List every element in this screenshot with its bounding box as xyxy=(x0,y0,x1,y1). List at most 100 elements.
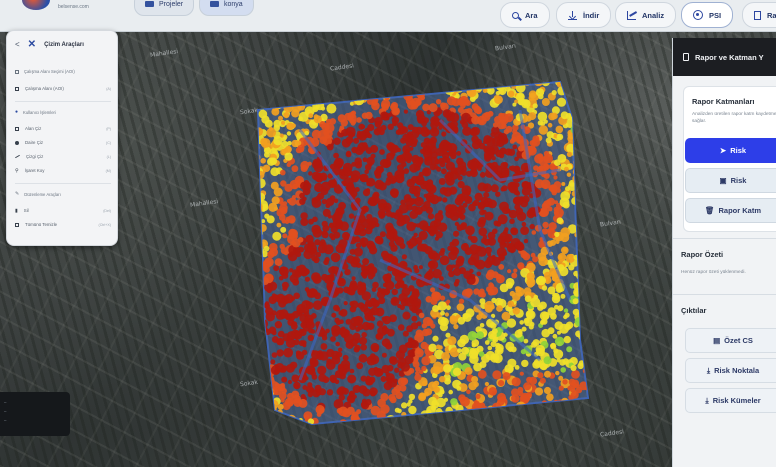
delete-label: Sil xyxy=(23,208,29,213)
shortcut-key: (L) xyxy=(106,154,111,159)
clear-all-label: Tümünü Temizle xyxy=(25,222,58,227)
heatmap-points xyxy=(258,82,588,424)
draw-polygon-tool[interactable]: Alan Çiz (P) xyxy=(15,124,111,133)
app-logo[interactable] xyxy=(22,0,50,10)
nav-projects[interactable]: Projeler xyxy=(134,0,195,16)
draw-circle-label: Daire Çiz xyxy=(25,140,44,145)
clear-icon xyxy=(15,222,19,227)
square-icon xyxy=(15,86,19,91)
folder-icon xyxy=(210,1,219,7)
risk-points-label: Risk Noktala xyxy=(714,366,760,375)
nav-current-project[interactable]: konya xyxy=(199,0,254,16)
report-summary-note: Henüz rapor özeti yüklenmedi. xyxy=(681,270,746,275)
image-icon: ▣ xyxy=(719,176,727,185)
download-icon xyxy=(568,10,577,20)
line-icon xyxy=(15,154,20,159)
readout-line: — xyxy=(4,400,7,405)
analysis-button-label: Analiz xyxy=(642,10,665,20)
report-button[interactable]: Ra xyxy=(742,2,776,28)
aoi-select-item[interactable]: Çalışma Alanı (AOI) (A) xyxy=(15,84,111,93)
risk-image-label: Risk xyxy=(730,176,747,185)
divider xyxy=(673,238,776,239)
place-marker-tool[interactable]: ⚲ İşaret Koy (M) xyxy=(15,166,111,175)
psi-button[interactable]: PSI xyxy=(681,2,734,28)
report-panel: Rapor ve Katman Y Rapor Katmanları Anali… xyxy=(672,38,776,467)
draw-line-label: Çizgi Çiz xyxy=(26,154,44,159)
delete-tool[interactable]: ▮ Sil (Del) xyxy=(15,206,111,215)
risk-clusters-button[interactable]: ⤓ Risk Kümeler xyxy=(685,388,776,413)
report-button-label: Ra xyxy=(767,10,776,20)
search-button[interactable]: Ara xyxy=(500,2,550,28)
clear-all-tool[interactable]: Tümünü Temizle (Ctrl+X) xyxy=(15,220,111,229)
draw-line-tool[interactable]: Çizgi Çiz (L) xyxy=(15,152,111,161)
search-button-label: Ara xyxy=(525,10,538,20)
panel-title: Çizim Araçları xyxy=(44,41,84,48)
user-icon: ● xyxy=(15,109,19,115)
aoi-section-title: Çalışma Alanı Seçimi (AOI) xyxy=(15,69,75,74)
send-icon: ➤ xyxy=(719,146,727,155)
place-marker-label: İşaret Koy xyxy=(24,168,45,173)
readout-line: — xyxy=(4,418,7,423)
tools-icon: ✕ xyxy=(27,39,37,50)
top-bar: belsense.com Projeler konya Ara İndir An… xyxy=(0,0,776,32)
nav-projects-label: Projeler xyxy=(159,0,184,8)
edit-section-label: Düzenleme Araçları xyxy=(24,191,61,197)
shortcut-key: (P) xyxy=(106,126,111,131)
document-icon xyxy=(683,53,689,61)
drawing-section-title: ● Kullanıcı İşlemleri xyxy=(15,109,56,115)
delete-report-layer-button[interactable]: 🗑 Rapor Katm xyxy=(685,198,776,223)
file-icon: ▤ xyxy=(713,336,721,345)
shortcut-key: (M) xyxy=(105,168,111,173)
readout-line: — xyxy=(4,409,7,414)
draw-circle-tool[interactable]: Daire Çiz (C) xyxy=(15,138,111,147)
psi-icon xyxy=(693,10,703,20)
panel-header: < ✕ Çizim Araçları xyxy=(15,39,84,50)
trash-icon: ▮ xyxy=(15,207,18,214)
report-layers-title: Rapor Katmanları xyxy=(692,97,755,106)
risk-points-button[interactable]: ⤓ Risk Noktala xyxy=(685,358,776,383)
analysis-button[interactable]: Analiz xyxy=(615,2,677,28)
drawing-tools-panel: < ✕ Çizim Araçları Çalışma Alanı Seçimi … xyxy=(6,30,118,246)
divider xyxy=(15,183,111,184)
risk-send-label: Risk xyxy=(730,146,747,155)
divider xyxy=(15,101,111,102)
report-panel-header: Rapor ve Katman Y xyxy=(673,38,776,76)
psi-button-label: PSI xyxy=(709,10,722,20)
aoi-item-label: Çalışma Alanı (AOI) xyxy=(25,86,64,91)
aoi-item-key: (A) xyxy=(106,86,111,91)
aoi-section-label: Çalışma Alanı Seçimi (AOI) xyxy=(24,69,75,74)
draw-polygon-label: Alan Çiz xyxy=(25,126,42,131)
download-icon: ⤓ xyxy=(706,365,711,375)
marker-icon: ⚲ xyxy=(15,167,19,174)
report-summary-title: Rapor Özeti xyxy=(681,250,724,259)
risk-image-button[interactable]: ▣ Risk xyxy=(685,168,776,193)
trash-icon: 🗑 xyxy=(704,206,715,215)
nav-current-project-label: konya xyxy=(224,0,243,8)
document-icon xyxy=(754,10,761,20)
edit-section-title: ✎ Düzenleme Araçları xyxy=(15,191,61,197)
edit-icon: ✎ xyxy=(15,191,20,197)
search-icon xyxy=(512,11,519,19)
coordinate-readout: — — — xyxy=(0,392,70,436)
divider xyxy=(673,294,776,295)
download-button-label: İndir xyxy=(583,10,600,20)
outputs-title: Çıktılar xyxy=(681,306,707,315)
risk-send-button[interactable]: ➤ Risk xyxy=(685,138,776,163)
folder-icon xyxy=(145,1,154,7)
delete-report-layer-label: Rapor Katm xyxy=(718,206,762,215)
logo-text: belsense.com xyxy=(58,4,89,10)
report-panel-title: Rapor ve Katman Y xyxy=(695,52,764,62)
shortcut-key: (Del) xyxy=(103,208,111,213)
summary-csv-label: Özet CS xyxy=(724,336,753,345)
risk-clusters-label: Risk Kümeler xyxy=(712,396,761,405)
chart-icon xyxy=(627,10,636,20)
download-icon: ⤓ xyxy=(705,395,709,405)
circle-icon xyxy=(15,140,19,145)
summary-csv-button[interactable]: ▤ Özet CS xyxy=(685,328,776,353)
download-button[interactable]: İndir xyxy=(556,2,612,28)
drawing-section-label: Kullanıcı İşlemleri xyxy=(23,109,56,115)
collapse-button[interactable]: < xyxy=(15,40,20,49)
report-layers-desc: Analizden üretilen rapor katm kaydetmeni… xyxy=(692,112,776,124)
shortcut-key: (C) xyxy=(106,140,111,145)
polygon-icon xyxy=(15,126,19,131)
